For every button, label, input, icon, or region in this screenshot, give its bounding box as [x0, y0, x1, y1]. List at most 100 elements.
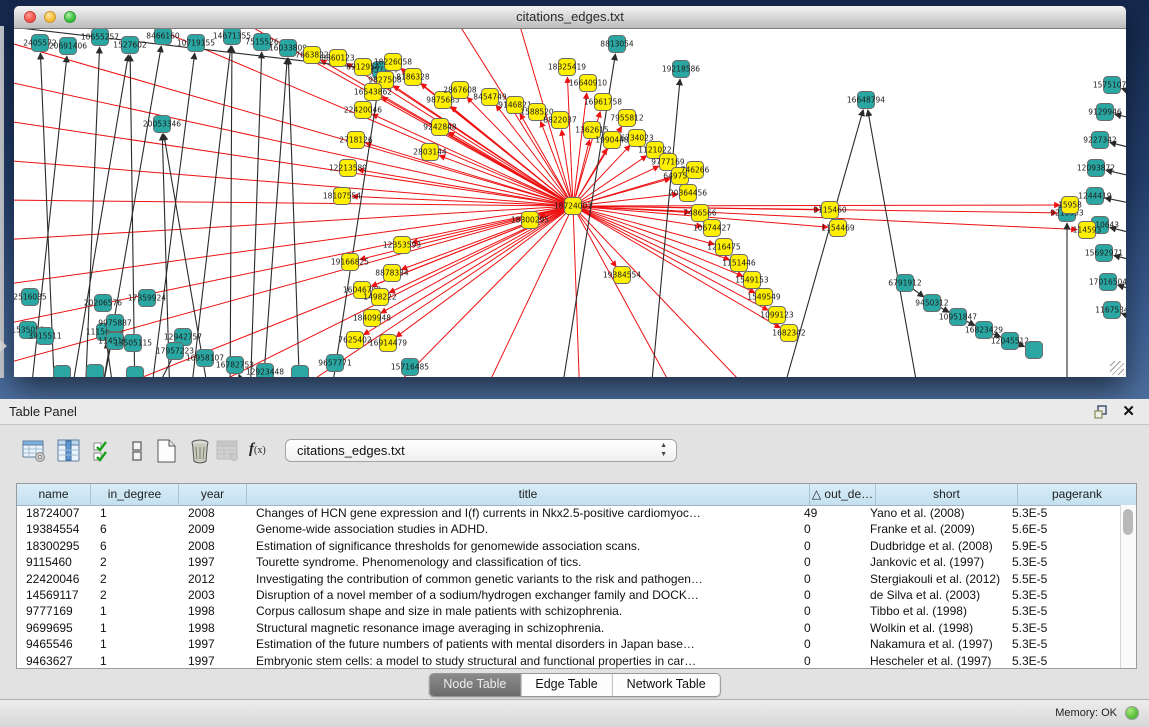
graph-node[interactable]: 1244419 [1078, 188, 1112, 205]
panel-collapse-arrow-icon[interactable] [0, 340, 7, 352]
graph-node[interactable]: 15958 [1058, 197, 1082, 214]
graph-node[interactable]: 10951847 [939, 309, 977, 326]
graph-node[interactable]: 8878334 [375, 265, 409, 282]
graph-node[interactable]: 10674427 [693, 220, 731, 237]
select-all-columns-icon[interactable] [90, 437, 118, 465]
table-row[interactable]: 1872400712008Changes of HCN gene express… [17, 505, 1121, 521]
graph-node[interactable]: 9129946 [1088, 104, 1122, 121]
graph-node[interactable]: 9227342 [1083, 132, 1117, 149]
graph-node[interactable] [127, 367, 144, 378]
graph-node[interactable]: 7486566 [683, 205, 717, 222]
graph-node[interactable]: 1167534 [1095, 302, 1126, 319]
graph-edge[interactable] [262, 58, 287, 377]
graph-node[interactable] [54, 366, 71, 378]
graph-node[interactable]: 9115460 [813, 202, 847, 219]
graph-edge[interactable] [250, 52, 262, 377]
tab-edge-table[interactable]: Edge Table [521, 674, 612, 696]
graph-node[interactable]: 18325419 [548, 59, 586, 76]
window-titlebar[interactable]: citations_edges.txt [14, 6, 1126, 29]
graph-node[interactable]: 16640910 [569, 75, 607, 92]
graph-node[interactable]: 19384554 [603, 267, 641, 284]
column-header-5[interactable]: short [876, 484, 1018, 505]
graph-node[interactable] [1026, 342, 1043, 359]
graph-node[interactable] [87, 365, 104, 378]
close-panel-icon[interactable]: ✕ [1122, 402, 1135, 420]
memory-status-indicator[interactable] [1125, 706, 1139, 720]
float-panel-icon[interactable] [1093, 404, 1109, 420]
table-row[interactable]: 911546021997Tourette syndrome. Phenomeno… [17, 554, 1121, 570]
graph-node[interactable]: 18107554 [323, 188, 361, 205]
graph-edge[interactable] [360, 206, 573, 260]
table-row[interactable]: 1456911722003Disruption of a novel membe… [17, 587, 1121, 603]
table-row[interactable]: 1938455462009Genome-wide association stu… [17, 521, 1121, 537]
graph-node[interactable]: 8813054 [600, 36, 634, 53]
graph-node-label: 20691406 [49, 42, 87, 51]
graph-edge[interactable] [573, 166, 659, 206]
show-columns-icon[interactable] [55, 437, 83, 465]
graph-edge[interactable] [14, 40, 573, 206]
vertical-scrollbar[interactable] [1120, 505, 1136, 668]
graph-node[interactable]: 12093872 [1077, 160, 1115, 177]
graph-node[interactable] [292, 366, 309, 378]
column-header-4[interactable]: △ out_de… [810, 484, 876, 505]
graph-edge[interactable] [868, 110, 920, 377]
table-select-dropdown[interactable]: citations_edges.txt ▲▼ [285, 439, 677, 462]
table-row[interactable]: 969969511998Structural magnetic resonanc… [17, 620, 1121, 636]
graph-node[interactable]: 9242848 [423, 119, 457, 136]
graph-edge[interactable] [573, 93, 587, 206]
graph-edge[interactable] [280, 206, 573, 377]
table-row[interactable]: 2242004622012Investigating the contribut… [17, 571, 1121, 587]
graph-node[interactable]: 6791912 [888, 275, 922, 292]
graph-node[interactable]: 19166825 [331, 254, 369, 271]
graph-edge[interactable] [288, 58, 300, 377]
graph-edge[interactable] [396, 206, 573, 337]
column-header-2[interactable]: year [179, 484, 247, 505]
graph-node[interactable]: 16648794 [847, 92, 885, 109]
graph-node[interactable]: 18409948 [353, 310, 391, 327]
function-builder-icon[interactable]: f(x) [249, 441, 277, 469]
graph-edge[interactable] [230, 46, 232, 377]
scrollbar-thumb[interactable] [1123, 509, 1133, 535]
row-height-icon[interactable] [123, 437, 151, 465]
graph-node[interactable]: 7625402 [338, 332, 372, 349]
graph-node[interactable]: 15751074 [1093, 77, 1126, 94]
graph-node[interactable]: 16961758 [584, 94, 622, 111]
column-header-6[interactable]: pagerank [1018, 484, 1136, 505]
graph-edge[interactable] [190, 46, 231, 377]
tab-network-table[interactable]: Network Table [613, 674, 720, 696]
table-settings-icon[interactable] [20, 437, 48, 465]
graph-node[interactable]: 1151446 [722, 255, 756, 272]
graph-node[interactable]: 1216475 [707, 239, 741, 256]
graph-node[interactable]: 8466160 [146, 29, 180, 45]
import-table-icon[interactable] [214, 437, 242, 465]
graph-node[interactable]: 10719155 [177, 35, 215, 52]
window-resize-grip[interactable] [1110, 361, 1124, 375]
graph-edge[interactable] [380, 206, 573, 377]
graph-node[interactable]: 1154469 [821, 220, 855, 237]
graph-node[interactable]: 19218586 [662, 61, 700, 78]
network-graph[interactable]: 2405572206914061065525715276028466160107… [14, 29, 1126, 377]
graph-node[interactable]: 17016504 [1089, 274, 1126, 291]
graph-node-label: 1498222 [363, 293, 397, 302]
table-row[interactable]: 977716911998Corpus callosum shape and si… [17, 603, 1121, 619]
graph-node[interactable]: 2718126 [339, 132, 373, 149]
delete-table-icon[interactable] [186, 437, 214, 465]
graph-node[interactable]: 16914479 [369, 335, 407, 352]
graph-node[interactable]: 20364456 [669, 185, 707, 202]
table-row[interactable]: 1830029562008Estimation of significance … [17, 538, 1121, 554]
column-header-3[interactable]: title [247, 484, 810, 505]
table-row[interactable]: 946362711997Embryonic stem cells: a mode… [17, 653, 1121, 668]
column-header-1[interactable]: in_degree [91, 484, 179, 505]
table-row[interactable]: 946554611997Estimation of the future num… [17, 636, 1121, 652]
graph-node-label: 18300295 [511, 216, 549, 225]
graph-node[interactable]: 7955812 [610, 110, 644, 127]
column-header-0[interactable]: name [17, 484, 91, 505]
graph-edge[interactable] [573, 206, 580, 377]
network-canvas[interactable]: 2405572206914061065525715276028466160107… [14, 29, 1126, 377]
create-table-icon[interactable] [152, 437, 180, 465]
tab-node-table[interactable]: Node Table [429, 674, 521, 696]
graph-node[interactable]: 15692971 [1085, 245, 1123, 262]
graph-node[interactable]: 15716485 [391, 359, 429, 376]
graph-edge[interactable] [14, 120, 573, 206]
table-cell: 6 [91, 538, 179, 554]
